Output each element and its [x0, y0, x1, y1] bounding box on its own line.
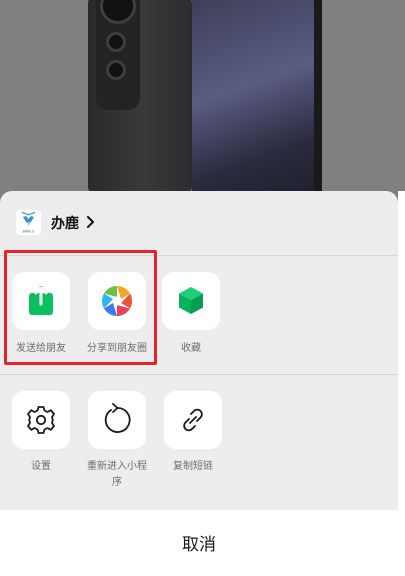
app-name: 办鹿 — [51, 216, 79, 232]
gear-icon — [27, 406, 55, 434]
reenter-mini-program-label: 重新进入小程 序 — [87, 461, 147, 488]
settings-button[interactable] — [12, 391, 70, 449]
settings-label: 设置 — [31, 461, 51, 472]
svg-text:BAN·LU: BAN·LU — [23, 230, 35, 234]
cancel-label: 取消 — [182, 535, 216, 555]
phone-front-image — [192, 0, 322, 200]
favorite-button[interactable] — [162, 272, 220, 330]
screen-edge — [398, 191, 405, 576]
reenter-mini-program-button[interactable] — [88, 391, 146, 449]
camera-module-image — [96, 0, 140, 110]
deer-logo-icon: BAN·LU — [16, 210, 41, 235]
camera-lens — [106, 32, 126, 52]
highlight-box — [4, 250, 157, 365]
chevron-right-icon — [87, 216, 94, 228]
copy-short-link-button[interactable] — [164, 391, 222, 449]
product-image-area — [0, 0, 405, 200]
favorite-cube-icon — [179, 287, 203, 314]
cancel-button[interactable]: 取消 — [0, 510, 398, 576]
camera-lens — [100, 0, 136, 24]
link-icon — [183, 408, 203, 432]
app-logo: BAN·LU — [16, 210, 41, 235]
favorite-label: 收藏 — [181, 343, 201, 354]
copy-short-link-label: 复制短链 — [173, 461, 213, 472]
refresh-icon — [104, 403, 131, 433]
divider — [0, 374, 398, 375]
camera-lens — [106, 60, 126, 80]
mini-program-header[interactable]: BAN·LU 办鹿 — [0, 191, 398, 255]
